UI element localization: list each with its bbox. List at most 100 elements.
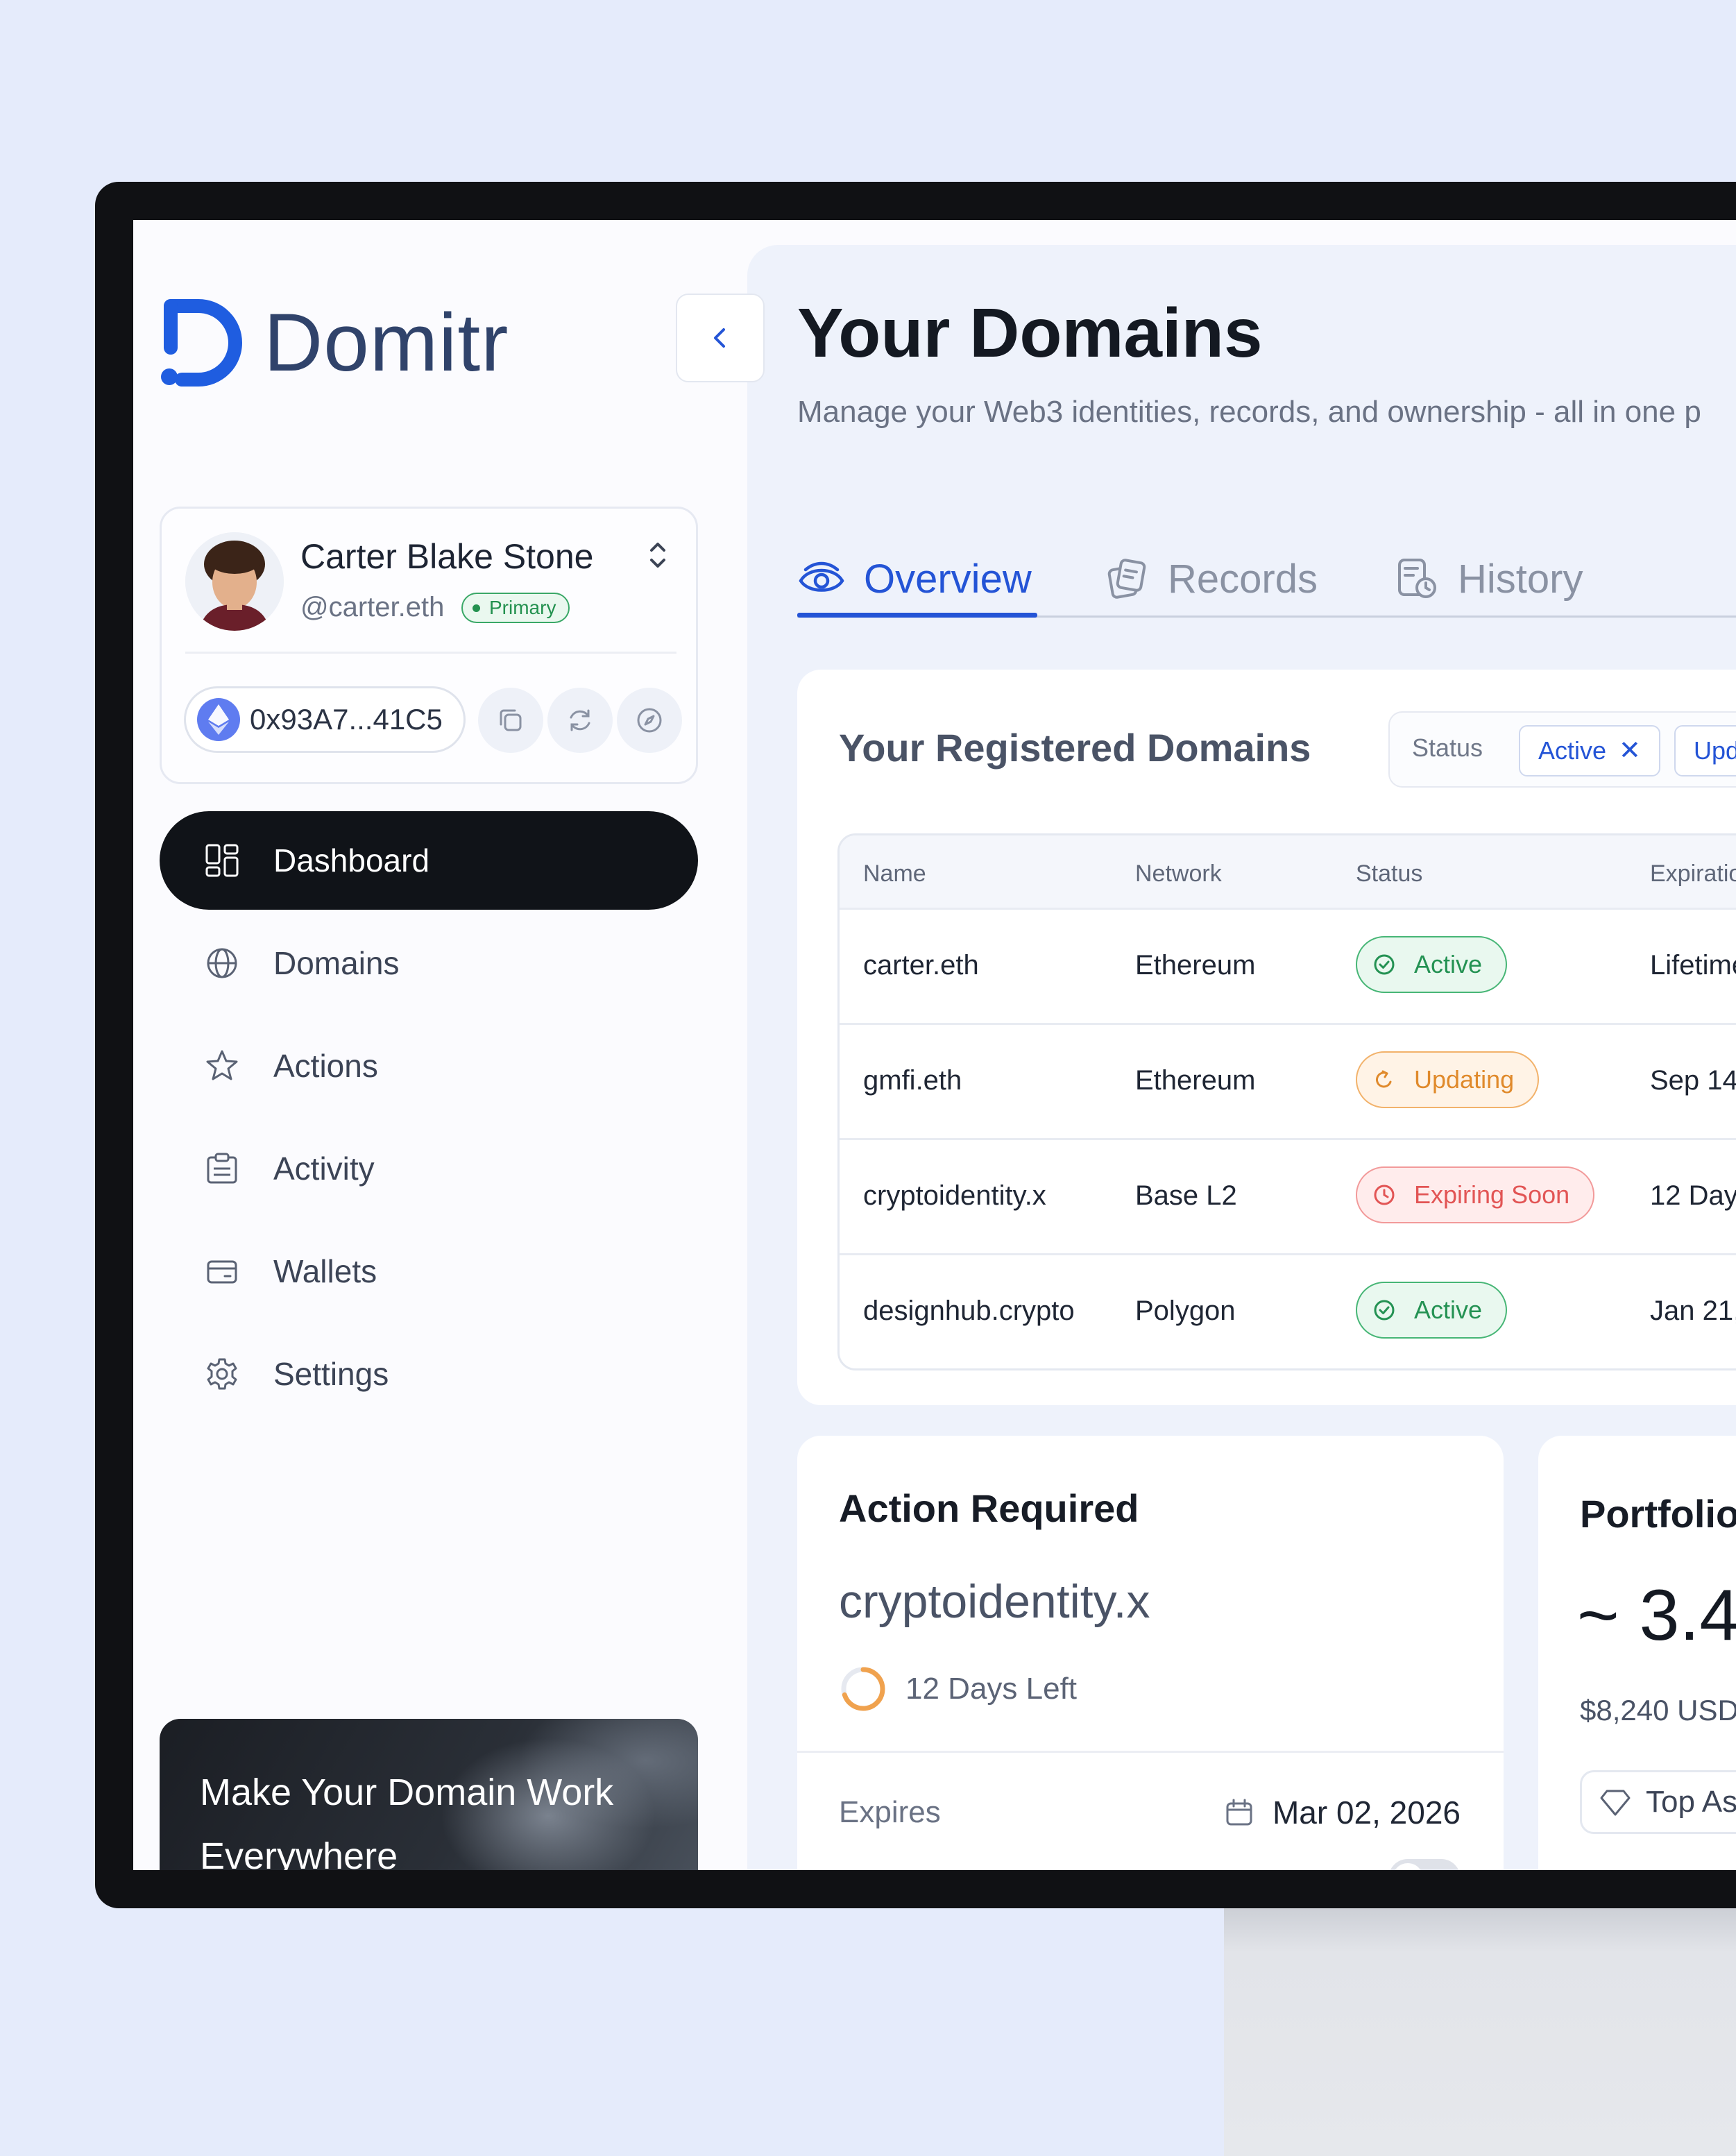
refresh-icon bbox=[1375, 1070, 1392, 1088]
sidebar-item-actions[interactable]: Actions bbox=[160, 1017, 698, 1115]
active-tab-indicator bbox=[797, 613, 1037, 618]
table-row[interactable]: gmfi.eth Ethereum Updating Sep 14, bbox=[840, 1023, 1736, 1138]
card-title: Your Registered Domains bbox=[839, 726, 1311, 770]
compass-icon bbox=[637, 708, 662, 733]
avatar[interactable] bbox=[185, 532, 284, 631]
registered-domains-card: Your Registered Domains Status Active ✕ U… bbox=[797, 670, 1736, 1405]
domain-expiration: Jan 21, bbox=[1650, 1296, 1736, 1326]
chip-label: Active bbox=[1538, 736, 1607, 765]
status-badge: Expiring Soon bbox=[1356, 1166, 1595, 1223]
profile-handle: @carter.eth bbox=[300, 592, 445, 622]
sidebar-item-domains[interactable]: Domains bbox=[160, 914, 698, 1012]
domain-expiration: Sep 14, bbox=[1650, 1065, 1736, 1096]
domain-expiration: Lifetime bbox=[1650, 950, 1736, 981]
status-label: Updating bbox=[1414, 1065, 1515, 1094]
column-header[interactable]: Name bbox=[863, 860, 926, 888]
sidebar-item-wallets[interactable]: Wallets bbox=[160, 1222, 698, 1321]
top-asset-label: Top As bbox=[1646, 1785, 1736, 1819]
sidebar-item-label: Actions bbox=[273, 1048, 378, 1084]
tab-bar: Overview Records History bbox=[797, 541, 1736, 624]
top-asset-button[interactable]: Top As bbox=[1580, 1770, 1736, 1834]
status-label: Expiring Soon bbox=[1414, 1180, 1570, 1209]
status-label: Active bbox=[1414, 950, 1483, 978]
card-divider bbox=[797, 1751, 1504, 1753]
copy-button[interactable] bbox=[478, 688, 543, 753]
sidebar-item-label: Dashboard bbox=[273, 842, 430, 878]
page-subtitle: Manage your Web3 identities, records, an… bbox=[797, 395, 1701, 429]
app-logo[interactable]: Domitr bbox=[158, 291, 509, 395]
table-row[interactable]: designhub.crypto Polygon Active Jan 21, bbox=[840, 1253, 1736, 1368]
clock-icon bbox=[1374, 1185, 1395, 1205]
days-left: 12 Days Left bbox=[839, 1665, 1077, 1713]
app-name: Domitr bbox=[264, 297, 509, 389]
wallet-address: 0x93A7...41C5 bbox=[250, 703, 443, 736]
collapse-sidebar-button[interactable] bbox=[676, 294, 765, 382]
domain-name: carter.eth bbox=[863, 950, 979, 981]
status-badge: Updating bbox=[1356, 1051, 1540, 1108]
portfolio-card: Portfolio V ~ 3.4 $8,240 USD Top As bbox=[1538, 1436, 1736, 1870]
action-domain[interactable]: cryptoidentity.x bbox=[839, 1574, 1150, 1629]
close-icon[interactable]: ✕ bbox=[1619, 736, 1641, 765]
domain-name: designhub.crypto bbox=[863, 1296, 1075, 1326]
card-title: Action Required bbox=[839, 1486, 1139, 1530]
column-header[interactable]: Expiratio bbox=[1650, 860, 1736, 888]
notes-icon bbox=[1107, 559, 1146, 599]
table-row[interactable]: carter.eth Ethereum Active Lifetime bbox=[840, 908, 1736, 1023]
filter-label: Status bbox=[1412, 733, 1483, 762]
history-icon bbox=[1398, 559, 1436, 598]
sidebar-item-label: Wallets bbox=[273, 1253, 377, 1289]
filter-chip-updating[interactable]: Upd bbox=[1674, 725, 1736, 776]
refresh-icon bbox=[570, 709, 590, 731]
portfolio-usd: $8,240 USD bbox=[1580, 1694, 1736, 1726]
status-badge: Active bbox=[1356, 1282, 1508, 1339]
globe-icon bbox=[203, 944, 241, 983]
tab-records[interactable]: Records bbox=[1104, 541, 1318, 617]
promo-banner[interactable]: Make Your Domain Work Everywhere bbox=[160, 1719, 698, 1870]
avatar-icon bbox=[185, 532, 284, 631]
sidebar: Domitr Carter Blake Stone @carter.eth Pr… bbox=[133, 220, 747, 1870]
domain-network: Polygon bbox=[1135, 1296, 1236, 1326]
sidebar-item-label: Settings bbox=[273, 1356, 389, 1392]
status-badge: Active bbox=[1356, 936, 1508, 993]
check-circle-icon bbox=[1374, 1300, 1395, 1321]
chevron-left-icon bbox=[714, 328, 725, 348]
column-header[interactable]: Status bbox=[1356, 860, 1422, 888]
chip-label: Upd bbox=[1694, 736, 1736, 765]
app-screen: Domitr Carter Blake Stone @carter.eth Pr… bbox=[133, 220, 1736, 1870]
sidebar-item-label: Domains bbox=[273, 945, 400, 981]
tab-history[interactable]: History bbox=[1394, 541, 1583, 617]
filter-chip-active[interactable]: Active ✕ bbox=[1519, 725, 1660, 776]
sidebar-item-dashboard[interactable]: Dashboard bbox=[160, 811, 698, 910]
action-required-card: Action Required cryptoidentity.x 12 Days… bbox=[797, 1436, 1504, 1870]
explore-button[interactable] bbox=[617, 688, 682, 753]
sidebar-item-settings[interactable]: Settings bbox=[160, 1325, 698, 1423]
domain-name: cryptoidentity.x bbox=[863, 1180, 1046, 1211]
expires-label: Expires bbox=[839, 1795, 941, 1829]
clipboard-icon bbox=[203, 1149, 241, 1188]
primary-badge: Primary bbox=[461, 593, 570, 623]
tab-label: Records bbox=[1168, 556, 1318, 602]
auto-renew-toggle[interactable] bbox=[1388, 1859, 1461, 1870]
domain-network: Ethereum bbox=[1135, 1065, 1256, 1096]
tab-overview[interactable]: Overview bbox=[797, 541, 1032, 617]
tab-label: Overview bbox=[864, 556, 1032, 602]
domain-network: Base L2 bbox=[1135, 1180, 1237, 1211]
status-filter: Status Active ✕ Upd bbox=[1388, 711, 1736, 788]
expires-value: Mar 02, 2026 bbox=[1272, 1794, 1461, 1831]
chevron-up-down-icon[interactable] bbox=[646, 538, 670, 572]
column-header[interactable]: Network bbox=[1135, 860, 1222, 888]
diamond-icon bbox=[1600, 1790, 1631, 1816]
main-content: Your Domains Manage your Web3 identities… bbox=[747, 245, 1736, 1870]
wallet-address-pill[interactable]: 0x93A7...41C5 bbox=[184, 686, 466, 753]
promo-title: Make Your Domain Work Everywhere bbox=[200, 1772, 614, 1870]
ethereum-icon bbox=[197, 698, 240, 741]
domain-name: gmfi.eth bbox=[863, 1065, 962, 1096]
profile-name: Carter Blake Stone bbox=[300, 537, 594, 576]
domain-expiration: 12 Days bbox=[1650, 1180, 1736, 1211]
logo-icon bbox=[161, 299, 242, 387]
sidebar-item-activity[interactable]: Activity bbox=[160, 1119, 698, 1218]
refresh-button[interactable] bbox=[547, 688, 613, 753]
table-header: Name Network Status Expiratio bbox=[840, 835, 1736, 909]
calendar-icon bbox=[1226, 1799, 1252, 1826]
table-row[interactable]: cryptoidentity.x Base L2 Expiring Soon 1… bbox=[840, 1138, 1736, 1253]
